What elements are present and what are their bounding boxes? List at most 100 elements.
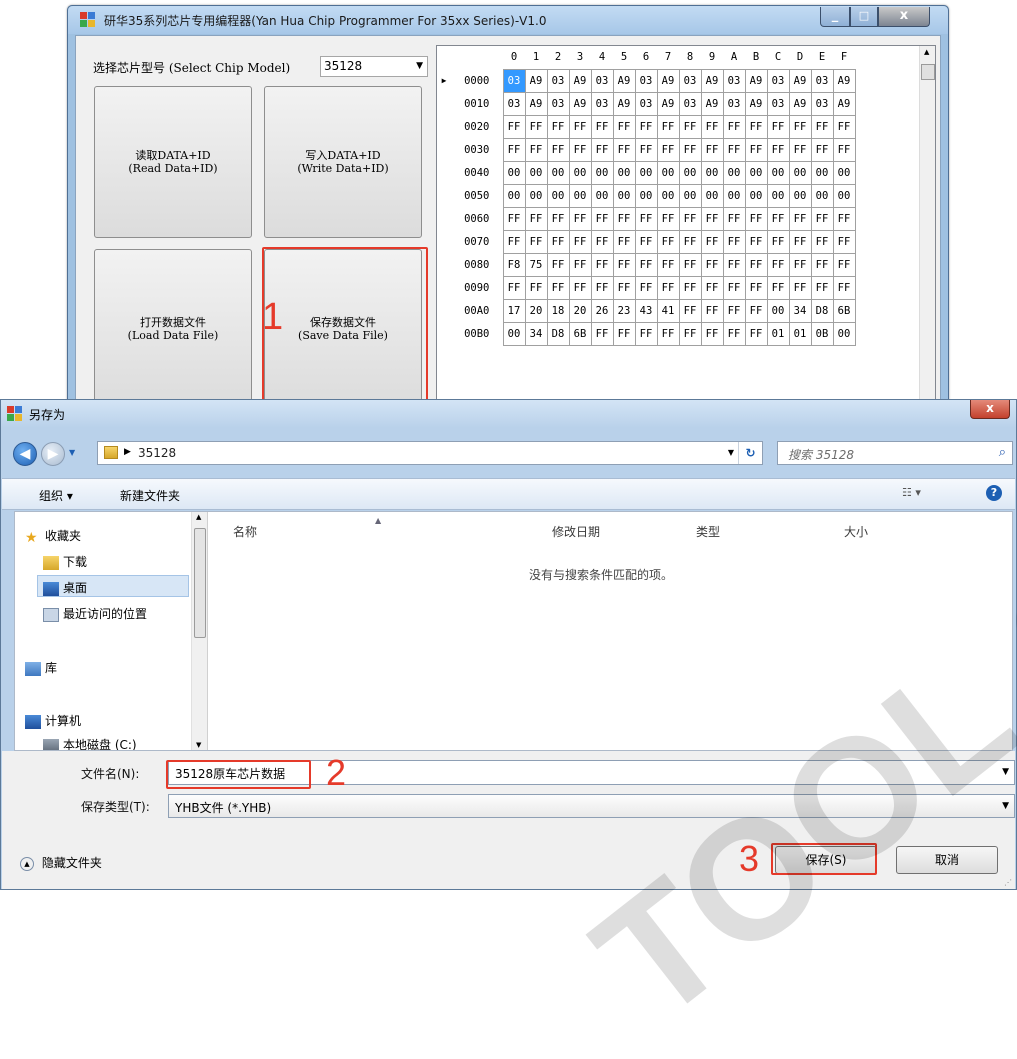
hex-cell[interactable]: FF <box>568 229 592 254</box>
search-input[interactable]: 搜索 35128 ⌕ <box>777 441 1013 465</box>
hex-cell[interactable]: 00 <box>700 183 724 208</box>
search-icon[interactable]: ⌕ <box>999 445 1006 460</box>
hex-cell[interactable]: 00 <box>590 160 614 185</box>
hex-cell[interactable]: FF <box>700 321 724 346</box>
hex-row[interactable]: 0040 00 00 00 00 00 00 00 00 00 00 00 00 00 00 00 00 <box>437 160 856 185</box>
hex-cell[interactable]: 03 <box>546 91 570 116</box>
hex-data-grid[interactable]: 0123456789ABCDEF ▶ 0000 03 A9 03 A9 03 A9 03 A9 03… <box>436 45 936 425</box>
hex-cell[interactable]: FF <box>788 137 812 162</box>
nav-desktop[interactable]: 桌面 <box>37 575 189 597</box>
hex-cell[interactable]: 00 <box>568 183 592 208</box>
hex-cell[interactable]: A9 <box>524 68 548 93</box>
hex-cell[interactable]: 03 <box>590 68 614 93</box>
refresh-icon[interactable]: ↻ <box>738 442 762 464</box>
hex-cell[interactable]: FF <box>744 114 768 139</box>
hex-cell[interactable]: 00 <box>766 298 790 323</box>
hex-cell[interactable]: 03 <box>502 91 526 116</box>
programmer-titlebar[interactable]: 研华35系列芯片专用编程器(Yan Hua Chip Programmer Fo… <box>68 6 948 34</box>
hex-cell[interactable]: A9 <box>788 68 812 93</box>
hex-cell[interactable]: FF <box>832 275 856 300</box>
hex-row[interactable]: 0050 00 00 00 00 00 00 00 00 00 00 00 00 00 00 00 00 <box>437 183 856 208</box>
hex-cell[interactable]: FF <box>744 275 768 300</box>
hex-cell[interactable]: 26 <box>590 298 614 323</box>
nav-libraries[interactable]: 库 <box>25 659 57 676</box>
dialog-titlebar[interactable]: 另存为 x <box>1 400 1016 428</box>
hex-cell[interactable]: FF <box>810 206 834 231</box>
hide-folders-toggle[interactable]: ▲ 隐藏文件夹 <box>20 854 102 871</box>
hex-cell[interactable]: 03 <box>810 91 834 116</box>
hex-cell[interactable]: 75 <box>524 252 548 277</box>
hex-row[interactable]: 0080 F8 75 FF FF FF FF FF FF FF FF FF FF FF FF FF FF <box>437 252 856 277</box>
hex-cell[interactable]: FF <box>700 275 724 300</box>
back-button[interactable]: ◀ <box>13 442 37 466</box>
load-data-file-button[interactable]: 打开数据文件 (Load Data File) <box>94 249 252 409</box>
hex-cell[interactable]: 00 <box>678 183 702 208</box>
hex-cell[interactable]: 00 <box>744 183 768 208</box>
hex-cell[interactable]: 00 <box>810 183 834 208</box>
hex-cell[interactable]: FF <box>678 321 702 346</box>
scroll-up-icon[interactable]: ▲ <box>924 48 929 56</box>
hex-cell[interactable]: FF <box>612 114 636 139</box>
hex-cell[interactable]: FF <box>634 321 658 346</box>
hex-cell[interactable]: FF <box>524 229 548 254</box>
hex-cell[interactable]: FF <box>656 114 680 139</box>
hex-cell[interactable]: FF <box>634 275 658 300</box>
hex-cell[interactable]: 6B <box>568 321 592 346</box>
help-icon[interactable]: ? <box>986 485 1002 501</box>
hex-cell[interactable]: 00 <box>502 160 526 185</box>
hex-cell[interactable]: 03 <box>502 68 526 93</box>
hex-cell[interactable]: FF <box>766 252 790 277</box>
hex-cell[interactable]: FF <box>832 252 856 277</box>
hex-cell[interactable]: F8 <box>502 252 526 277</box>
hex-cell[interactable]: FF <box>502 275 526 300</box>
hex-cell[interactable]: A9 <box>612 91 636 116</box>
hex-cell[interactable]: FF <box>612 206 636 231</box>
hex-cell[interactable]: FF <box>744 321 768 346</box>
resize-grip-icon[interactable]: ⋰ <box>1004 878 1012 887</box>
hex-cell[interactable]: FF <box>524 275 548 300</box>
hex-cell[interactable]: FF <box>546 114 570 139</box>
hex-cell[interactable]: FF <box>766 275 790 300</box>
hex-cell[interactable]: FF <box>590 321 614 346</box>
hex-cell[interactable]: D8 <box>810 298 834 323</box>
hex-row[interactable]: 0090 FF FF FF FF FF FF FF FF FF FF FF FF FF FF FF FF <box>437 275 856 300</box>
hex-cell[interactable]: FF <box>766 137 790 162</box>
hex-cell[interactable]: FF <box>766 206 790 231</box>
hex-cell[interactable]: 01 <box>766 321 790 346</box>
hex-cell[interactable]: FF <box>788 114 812 139</box>
hex-cell[interactable]: FF <box>744 137 768 162</box>
hex-cell[interactable]: 03 <box>722 91 746 116</box>
hex-cell[interactable]: FF <box>700 298 724 323</box>
history-dropdown-icon[interactable]: ▼ <box>69 448 75 457</box>
hex-cell[interactable]: FF <box>502 229 526 254</box>
hex-cell[interactable]: FF <box>788 275 812 300</box>
hex-cell[interactable]: FF <box>590 229 614 254</box>
hex-cell[interactable]: FF <box>568 206 592 231</box>
hex-cell[interactable]: A9 <box>744 68 768 93</box>
hex-cell[interactable]: 43 <box>634 298 658 323</box>
hex-cell[interactable]: FF <box>810 114 834 139</box>
hex-cell[interactable]: FF <box>634 229 658 254</box>
hex-cell[interactable]: 03 <box>634 91 658 116</box>
hex-cell[interactable]: 6B <box>832 298 856 323</box>
hex-cell[interactable]: FF <box>678 114 702 139</box>
hex-cell[interactable]: 23 <box>612 298 636 323</box>
hex-cell[interactable]: 20 <box>524 298 548 323</box>
hex-cell[interactable]: 00 <box>502 183 526 208</box>
hex-cell[interactable]: FF <box>700 114 724 139</box>
hex-cell[interactable]: A9 <box>744 91 768 116</box>
hex-cell[interactable]: 18 <box>546 298 570 323</box>
nav-local-disk[interactable]: 本地磁盘 (C:) <box>43 736 137 750</box>
new-folder-button[interactable]: 新建文件夹 <box>120 487 180 504</box>
hex-cell[interactable]: 03 <box>766 68 790 93</box>
hex-cell[interactable]: FF <box>678 206 702 231</box>
hex-cell[interactable]: FF <box>568 137 592 162</box>
hex-cell[interactable]: FF <box>656 275 680 300</box>
hex-cell[interactable]: FF <box>568 252 592 277</box>
hex-cell[interactable]: 34 <box>788 298 812 323</box>
hex-row[interactable]: 00A0 17 20 18 20 26 23 43 41 FF FF FF FF 00 34 D8 6B <box>437 298 856 323</box>
hex-cell[interactable]: FF <box>634 252 658 277</box>
hex-cell[interactable]: A9 <box>656 91 680 116</box>
hex-cell[interactable]: 00 <box>590 183 614 208</box>
hex-cell[interactable]: FF <box>546 275 570 300</box>
